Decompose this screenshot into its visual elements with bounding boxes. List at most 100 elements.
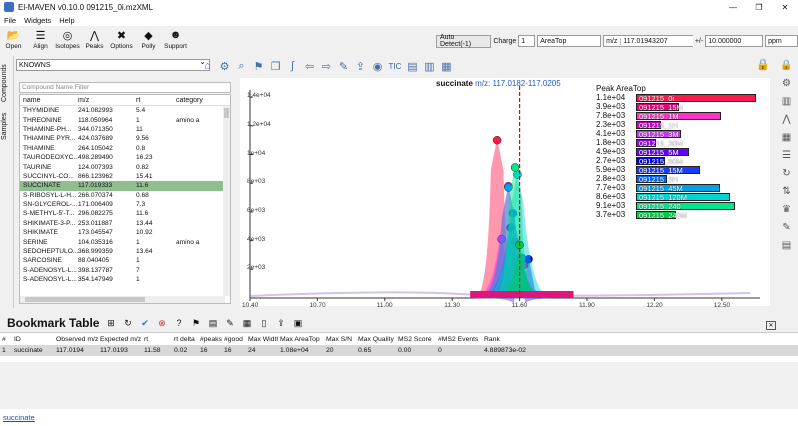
target-icon[interactable]: ◉ [370, 59, 385, 74]
bookmark-icon[interactable]: ⚑ [251, 59, 266, 74]
table-row[interactable]: S-METHYL-5'-T... 296.082275 11.6 [20, 209, 230, 218]
table-row[interactable]: SARCOSINE 88.040405 1 [20, 256, 230, 265]
legend-item[interactable]: 2.8e+03 091215_2H [596, 174, 678, 184]
bookmark-column[interactable]: MS2 Score [396, 336, 436, 343]
zoom-icon[interactable]: ⌕ [234, 59, 249, 74]
legend-item[interactable]: 5.9e+03 091215_15M [596, 165, 701, 175]
minimize-button[interactable]: — [720, 0, 746, 14]
maximize-button[interactable]: ❐ [746, 0, 772, 14]
table-row[interactable]: SN-GLYCEROL-... 171.006409 7.3 [20, 200, 230, 209]
peak-metric-select[interactable]: AreaTop [537, 35, 602, 47]
export-icon[interactable]: ⇪ [353, 59, 368, 74]
vertical-scrollbar[interactable] [223, 106, 230, 296]
horizontal-scrollbar[interactable] [20, 296, 225, 303]
mz-input[interactable]: 117.01943207 [623, 38, 667, 45]
bar-chart-icon[interactable]: ▥ [779, 94, 794, 109]
table-row[interactable]: THREONINE 118.050964 1 amino a [20, 115, 230, 124]
table-row[interactable]: THYMIDINE 241.082993 5.4 [20, 106, 230, 115]
peak-apex-marker[interactable] [492, 135, 502, 145]
tolerance-unit-select[interactable]: ppm [765, 35, 798, 47]
home-icon[interactable]: ⌂ [200, 59, 215, 74]
compound-filter-input[interactable]: Compound Name Filter [19, 82, 231, 93]
bookmark-column[interactable]: Max Quality [356, 336, 396, 343]
bar-chart-2-icon[interactable]: ▤ [779, 238, 794, 253]
table-row[interactable]: SHIKIMATE-3-P... 253.011887 13.44 [20, 219, 230, 228]
bookmark-column[interactable]: Max Width [246, 336, 278, 343]
table-row[interactable]: SERINE 104.035316 1 amino a [20, 237, 230, 246]
legend-item[interactable]: 1.8e+03 091215_30M [596, 138, 683, 148]
arrow-left-icon[interactable]: ⇦ [302, 59, 317, 74]
bookmark-column[interactable]: #good [222, 336, 246, 343]
close-button[interactable]: ✕ [772, 0, 798, 14]
column-category[interactable]: category [176, 97, 222, 104]
copy-icon[interactable]: ❐ [268, 59, 283, 74]
arrow-right-icon[interactable]: ⇨ [319, 59, 334, 74]
legend-item[interactable]: 7.8e+03 091215_1M [596, 111, 722, 121]
isotopes-button[interactable]: ◎ Isotopes [54, 26, 81, 54]
settings-icon[interactable]: ⚙ [779, 76, 794, 91]
legend-item[interactable]: 8.6e+03 091215_120M [596, 192, 730, 202]
cycle-icon[interactable]: ↻ [779, 166, 794, 181]
bookmark-column[interactable]: Max S/N [324, 336, 356, 343]
heatmap-icon[interactable]: ▦ [240, 316, 254, 330]
question-icon[interactable]: ? [172, 316, 186, 330]
grid-icon[interactable]: ▦ [779, 130, 794, 145]
flag-icon[interactable]: ⚑ [189, 316, 203, 330]
filter-icon[interactable]: ▤ [206, 316, 220, 330]
table-row[interactable]: THIAMINE 264.105042 0.8 [20, 144, 230, 153]
pencil-icon[interactable]: ✎ [779, 220, 794, 235]
charge-spinbox[interactable]: 1 [518, 35, 536, 47]
integral-icon[interactable]: ∫ [285, 59, 300, 74]
eic-plot[interactable]: succinate m/z: 117.0182-117.0205 1.4e+04… [240, 78, 770, 309]
bookmark-column[interactable]: Rank [482, 336, 542, 343]
legend-item[interactable]: 4.1e+03 091215_3M [596, 129, 681, 139]
edit-icon[interactable]: ✎ [223, 316, 237, 330]
menu-widgets[interactable]: Widgets [20, 16, 55, 25]
support-button[interactable]: ☻ Support [162, 26, 189, 54]
table-row[interactable]: S-ADENOSYL-L... 354.147949 1 [20, 275, 230, 284]
bookmark-column[interactable]: Observed m/z [54, 336, 98, 343]
table-row[interactable]: SHIKIMATE 173.045547 10.92 [20, 228, 230, 237]
peaks-button[interactable]: ⋀ Peaks [81, 26, 108, 54]
table-row[interactable]: S-RIBOSYL-L-H... 266.070374 0.68 [20, 191, 230, 200]
pencil-icon[interactable]: ✎ [336, 59, 351, 74]
bookmark-column[interactable]: Expected m/z [98, 336, 142, 343]
legend-item[interactable]: 4.9e+03 091215_5M [596, 147, 690, 157]
table-row[interactable]: SUCCINATE 117.019333 11.6 [20, 181, 230, 191]
check-icon[interactable]: ✔ [138, 316, 152, 330]
table-row[interactable]: 1 succinate 117.0194 117.0193 11.58 0.02 16 16 2… [0, 345, 798, 356]
legend-item[interactable]: 9.1e+03 091215_240 [596, 201, 736, 211]
status-link[interactable]: succinate [3, 413, 35, 422]
options-button[interactable]: ✖ Options [108, 26, 135, 54]
legend-item[interactable]: 7.7e+03 091215_45M [596, 183, 720, 193]
sort-icon[interactable]: ⇅ [779, 184, 794, 199]
trophy-icon[interactable]: ♛ [779, 202, 794, 217]
table-row[interactable]: TAURODEOXYC... 498.289490 16.23 [20, 153, 230, 162]
bookmark-column[interactable]: rt [142, 336, 172, 343]
table-row[interactable]: TAURINE 124.007393 0.82 [20, 162, 230, 171]
bookmark-close-button[interactable]: ✕ [766, 321, 776, 330]
pdf-icon[interactable]: ▯ [257, 316, 271, 330]
legend-item[interactable]: 2.3e+03 091215_1H [596, 120, 678, 130]
refresh-icon[interactable]: ↻ [121, 316, 135, 330]
legend-item[interactable]: 2.7e+03 091215_60M [596, 156, 683, 166]
lock-icon[interactable]: 🔒 [756, 58, 770, 71]
tolerance-input[interactable]: 10.000000 [705, 35, 764, 47]
column-name[interactable]: name [20, 97, 78, 104]
slider-icon[interactable]: ☰ [779, 148, 794, 163]
legend-item[interactable]: 3.9e+03 091215_15M [596, 102, 683, 112]
select-icon[interactable]: ⊞ [104, 316, 118, 330]
bookmark-column[interactable]: # [0, 336, 12, 343]
tab-compounds[interactable]: Compounds [1, 64, 8, 102]
export-icon[interactable]: ⇪ [274, 316, 288, 330]
legend-item[interactable]: 1.1e+04 091215_0i [596, 93, 756, 103]
tab-samples[interactable]: Samples [1, 113, 8, 140]
legend-item[interactable]: 3.7e+03 091215_240M [596, 210, 687, 220]
menu-file[interactable]: File [0, 16, 20, 25]
bars-icon[interactable]: ▤ [405, 59, 420, 74]
auto-detect-button[interactable]: Auto Detect(-1) [436, 34, 492, 48]
bookmark-column[interactable]: Max AreaTop [278, 336, 324, 343]
boxplot-icon[interactable]: ▦ [439, 59, 454, 74]
bookmark-column[interactable]: #MS2 Events [436, 336, 482, 343]
settings-icon[interactable]: ⚙ [217, 59, 232, 74]
